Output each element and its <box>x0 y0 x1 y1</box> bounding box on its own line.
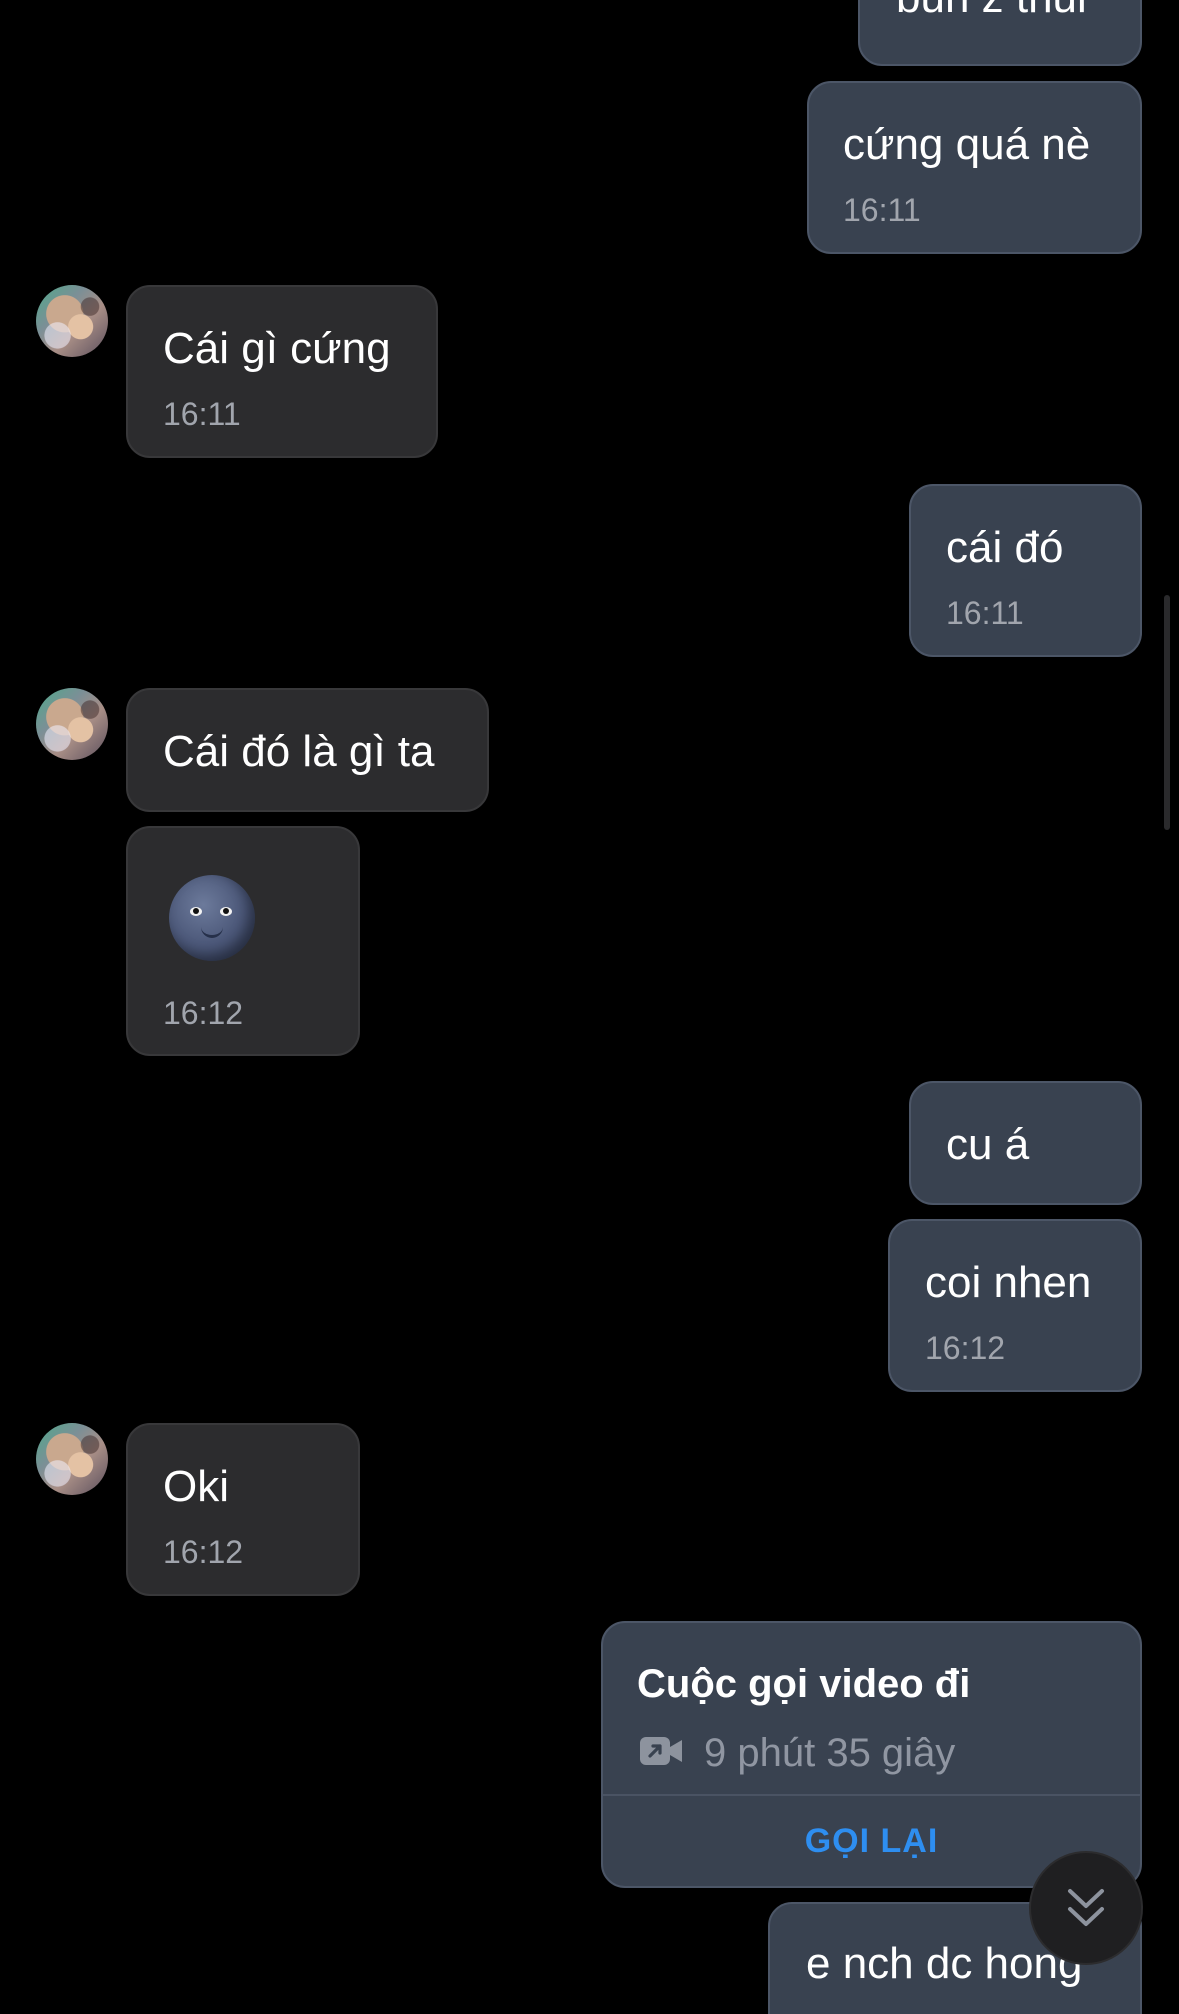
call-title: Cuộc gọi video đi <box>637 1662 971 1706</box>
double-chevron-down-icon <box>1065 1885 1107 1931</box>
outgoing-message-bubble[interactable]: cứng quá nè 16:11 <box>807 81 1142 254</box>
chat-screen: bun z thui cứng quá nè 16:11 Cái gì cứng… <box>0 0 1179 2014</box>
contact-avatar[interactable] <box>36 285 108 357</box>
incoming-message-bubble[interactable]: Cái đó là gì ta <box>126 688 489 812</box>
message-text: coi nhen <box>925 1258 1092 1307</box>
video-call-card: Cuộc gọi video đi 9 phút 35 giây GỌI LẠI <box>601 1621 1142 1888</box>
message-text: Cái đó là gì ta <box>163 727 435 776</box>
message-text: cu á <box>946 1120 1030 1169</box>
video-camera-icon <box>639 1735 683 1767</box>
moon-eye <box>220 907 232 916</box>
message-text: bun z thui <box>896 0 1087 20</box>
scroll-indicator[interactable] <box>1164 595 1170 830</box>
incoming-message-bubble[interactable]: Cái gì cứng 16:11 <box>126 285 438 458</box>
moon-mouth <box>201 925 223 938</box>
contact-avatar[interactable] <box>36 688 108 760</box>
scroll-to-bottom-button[interactable] <box>1029 1851 1143 1965</box>
incoming-emoji-bubble[interactable]: 16:12 <box>126 826 360 1056</box>
outgoing-message-bubble[interactable]: cái đó 16:11 <box>909 484 1142 657</box>
call-divider <box>603 1794 1140 1796</box>
outgoing-message-bubble[interactable]: bun z thui <box>858 0 1142 66</box>
message-time: 16:12 <box>163 995 244 1031</box>
outgoing-message-bubble[interactable]: cu á <box>909 1081 1142 1205</box>
message-text: Cái gì cứng <box>163 324 391 373</box>
outgoing-message-bubble[interactable]: coi nhen 16:12 <box>888 1219 1142 1392</box>
message-time: 16:12 <box>163 1534 244 1570</box>
moon-eye <box>190 907 202 916</box>
incoming-message-bubble[interactable]: Oki 16:12 <box>126 1423 360 1596</box>
message-text: Oki <box>163 1462 229 1511</box>
new-moon-face-emoji <box>169 875 255 961</box>
message-time: 16:11 <box>843 192 921 228</box>
message-text: e nch dc hong <box>806 1939 1083 1988</box>
message-text: cứng quá nè <box>843 120 1091 169</box>
contact-avatar[interactable] <box>36 1423 108 1495</box>
message-time: 16:11 <box>946 595 1024 631</box>
message-time: 16:12 <box>925 1330 1006 1366</box>
call-back-button[interactable]: GỌI LẠI <box>603 1824 1140 1858</box>
message-time: 16:11 <box>163 396 241 432</box>
message-text: cái đó <box>946 523 1064 572</box>
call-duration: 9 phút 35 giây <box>704 1731 956 1775</box>
